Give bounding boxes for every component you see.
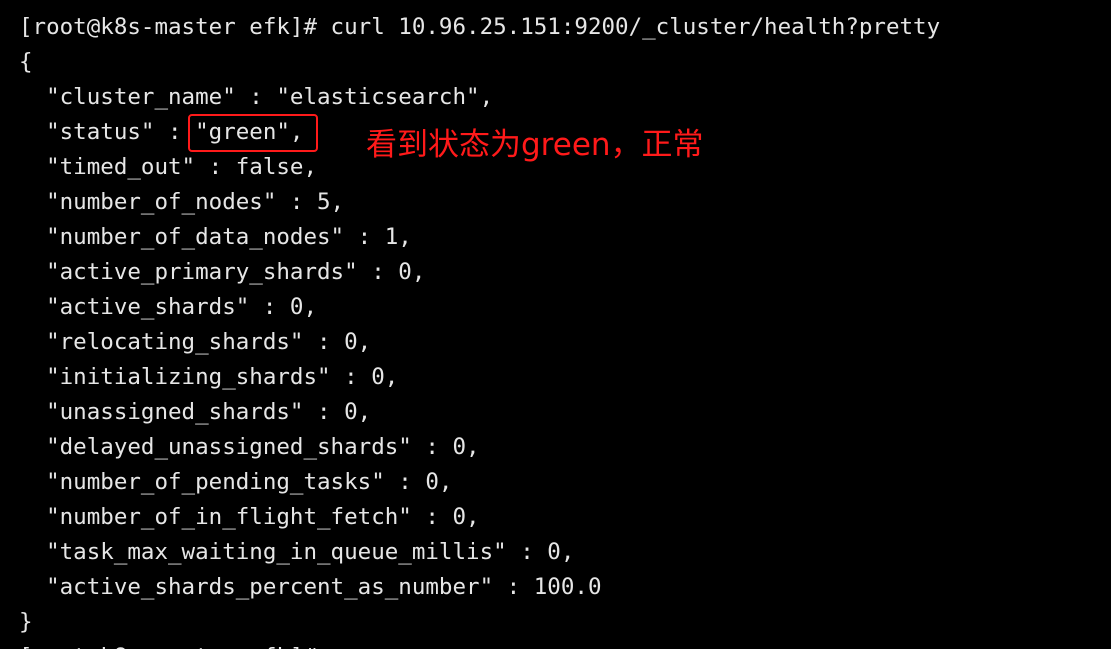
json-line-number-of-in-flight-fetch: "number_of_in_flight_fetch" : 0, (19, 504, 480, 530)
json-line-number-of-pending-tasks: "number_of_pending_tasks" : 0, (19, 469, 453, 495)
json-line-initializing-shards: "initializing_shards" : 0, (19, 364, 399, 390)
json-line-number-of-nodes: "number_of_nodes" : 5, (19, 189, 345, 215)
json-close-brace: } (19, 609, 33, 635)
command-line: [root@k8s-master efk]# curl 10.96.25.151… (19, 14, 941, 40)
json-line-unassigned-shards: "unassigned_shards" : 0, (19, 399, 372, 425)
json-open-brace: { (19, 49, 33, 75)
json-line-cluster-name: "cluster_name" : "elasticsearch", (19, 84, 494, 110)
next-prompt-line: [root@k8s-master efk]# (19, 640, 317, 649)
status-highlight-box (188, 114, 318, 152)
json-line-relocating-shards: "relocating_shards" : 0, (19, 329, 372, 355)
json-line-active-shards: "active_shards" : 0, (19, 294, 318, 320)
json-line-delayed-unassigned-shards: "delayed_unassigned_shards" : 0, (19, 434, 480, 460)
json-line-timed-out: "timed_out" : false, (19, 154, 318, 180)
json-line-active-shards-percent: "active_shards_percent_as_number" : 100.… (19, 574, 602, 600)
json-line-active-primary-shards: "active_primary_shards" : 0, (19, 259, 426, 285)
status-annotation-text: 看到状态为green，正常 (366, 127, 704, 163)
json-line-task-max-waiting: "task_max_waiting_in_queue_millis" : 0, (19, 539, 575, 565)
json-line-number-of-data-nodes: "number_of_data_nodes" : 1, (19, 224, 412, 250)
terminal-window[interactable]: [root@k8s-master efk]# curl 10.96.25.151… (0, 0, 1111, 649)
